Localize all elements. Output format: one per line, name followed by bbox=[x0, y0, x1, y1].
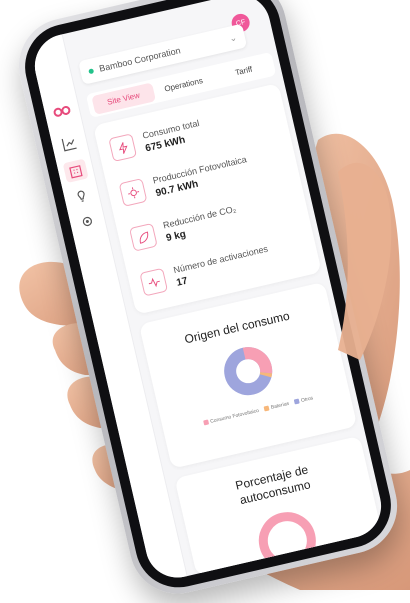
status-dot-icon bbox=[88, 67, 95, 74]
chevron-down-icon: ⌄ bbox=[228, 31, 238, 44]
tab-tariff[interactable]: Tariff bbox=[213, 59, 275, 82]
metric-activations: Número de activaciones 17 bbox=[139, 244, 272, 297]
metric-total-consumption: Consumo total 675 kWh bbox=[108, 118, 203, 163]
tab-site-view[interactable]: Site View bbox=[91, 82, 156, 115]
origin-chart-card: Origen del consumo Consumo Fotovoltaico … bbox=[138, 281, 358, 469]
solar-panel-icon bbox=[118, 178, 148, 207]
legend-batteries: Baterías bbox=[270, 400, 290, 411]
metrics-card: Consumo total 675 kWh Producción Fotovol… bbox=[93, 83, 322, 315]
legend-others: Otros bbox=[300, 395, 314, 404]
metric-co2-reduction: Reducción de CO₂ 9 kg bbox=[128, 204, 240, 252]
chart-icon[interactable] bbox=[60, 134, 79, 153]
activity-icon bbox=[139, 267, 169, 297]
settings-icon[interactable] bbox=[78, 212, 97, 231]
lightbulb-icon[interactable] bbox=[72, 187, 91, 206]
brand-logo-icon bbox=[53, 105, 71, 117]
tab-operations[interactable]: Operations bbox=[152, 73, 214, 96]
legend-pv: Consumo Fotovoltaico bbox=[209, 407, 260, 425]
legend-swatch bbox=[202, 419, 209, 426]
metric-pv-production: Producción Fotovoltaica 90.7 kWh bbox=[118, 154, 251, 207]
organization-name: Bamboo Corporation bbox=[98, 45, 182, 74]
building-icon[interactable] bbox=[62, 158, 89, 184]
legend-swatch bbox=[263, 405, 270, 412]
lightning-icon bbox=[108, 133, 138, 163]
donut-chart bbox=[224, 347, 273, 396]
leaf-icon bbox=[128, 222, 158, 252]
phone-mockup: CF Bamboo Corporation ⌄ Site View Operat… bbox=[9, 0, 407, 603]
legend-swatch bbox=[293, 398, 300, 405]
